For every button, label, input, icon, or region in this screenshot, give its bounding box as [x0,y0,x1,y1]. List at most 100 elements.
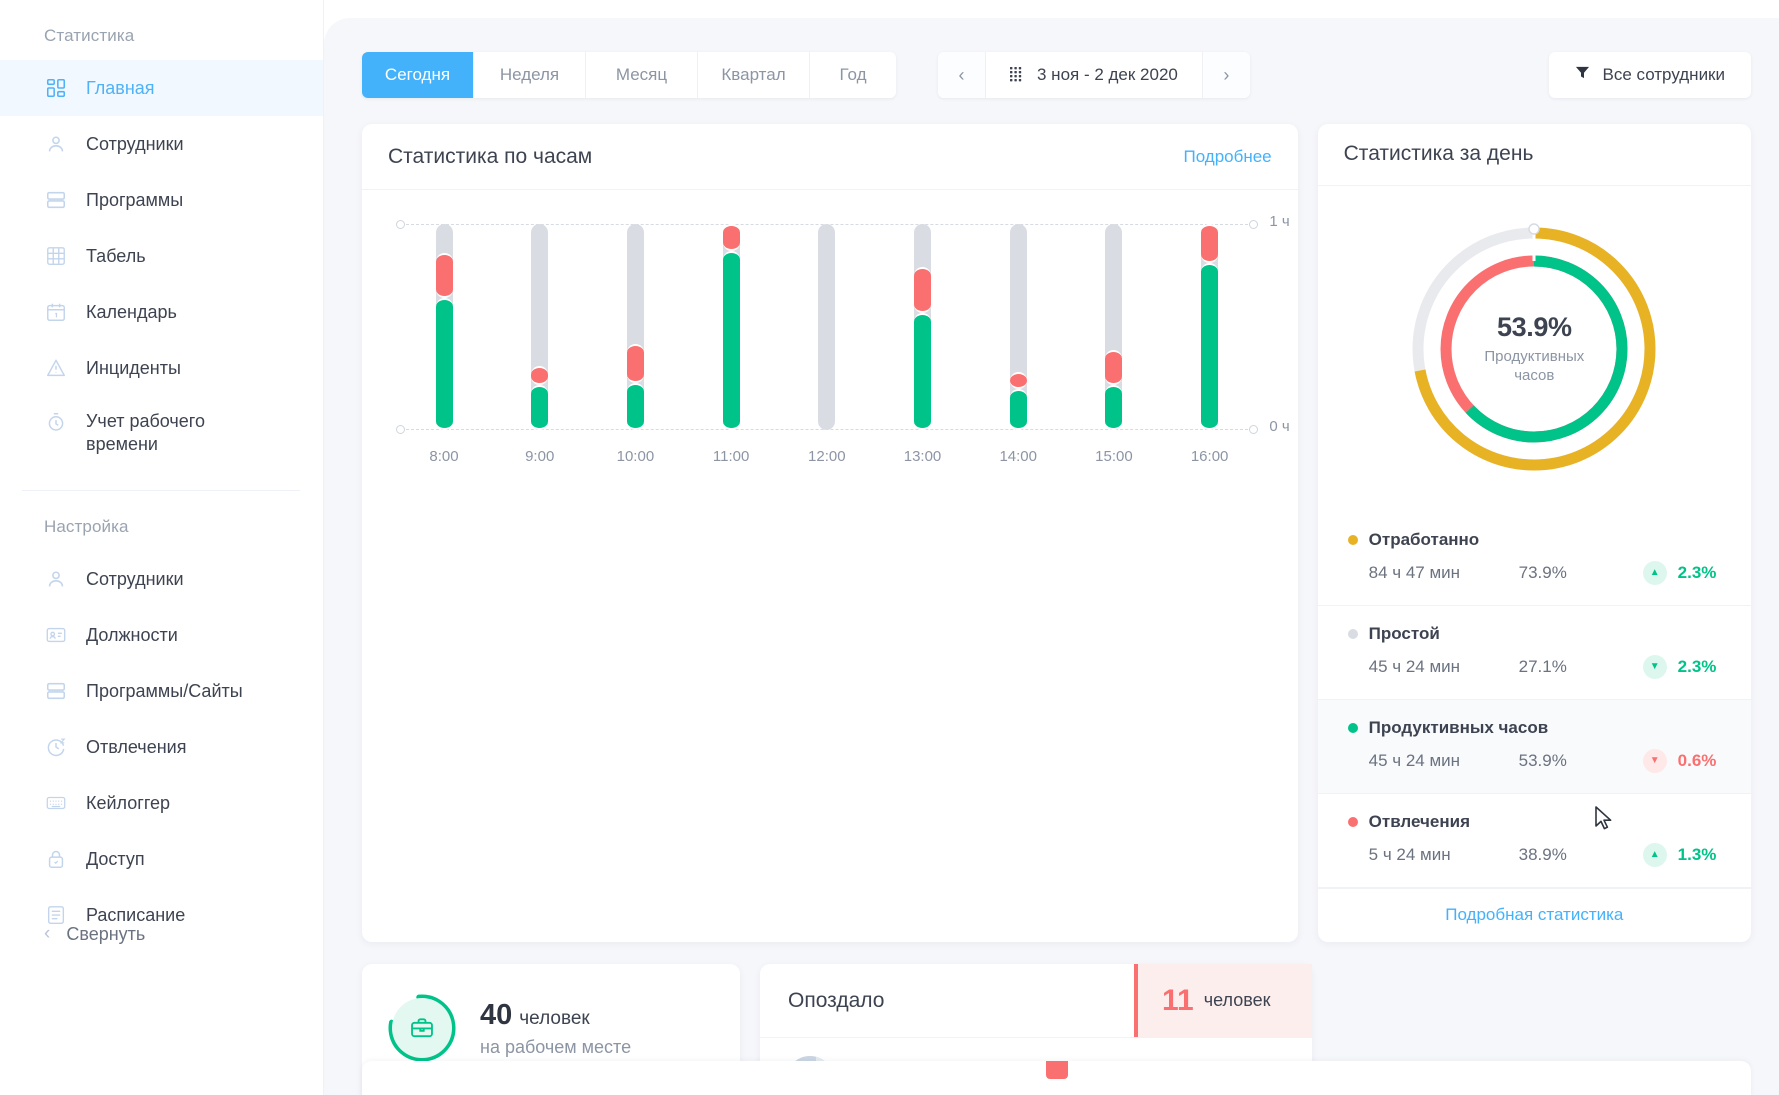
sidebar-item-tabel[interactable]: Табель [0,228,323,284]
gridline-dot [1249,425,1258,434]
sidebar-item-kalendar[interactable]: Календарь [0,284,323,340]
sidebar-item-glavnaya[interactable]: Главная [0,60,323,116]
bar-column[interactable] [693,224,769,430]
id-card-icon [44,623,68,647]
sidebar-section-statistics-caption: Статистика [0,26,323,60]
present-count-line: 40 человек [480,999,631,1032]
bar-segment-distraction [1201,224,1218,263]
bar-column[interactable] [1076,224,1152,430]
x-axis-tick-label: 13:00 [885,448,961,465]
period-selector: Сегодня Неделя Месяц Квартал Год [362,52,896,98]
sidebar-item-programmy[interactable]: Программы [0,172,323,228]
bar-column[interactable] [597,224,673,430]
gridline-dot [1249,220,1258,229]
bar-column[interactable] [789,224,865,430]
period-tab-quarter[interactable]: Квартал [698,52,810,98]
sidebar-item-sotrudniki[interactable]: Сотрудники [0,116,323,172]
sidebar-item-dolzhnosti[interactable]: Должности [0,607,323,663]
day-statistic-row[interactable]: Отработанно84 ч 47 мин73.9%▲2.3% [1318,512,1751,606]
bar-segment-productive [1201,263,1218,430]
hours-statistics-details-link[interactable]: Подробнее [1183,147,1271,167]
x-axis-tick-label: 16:00 [1172,448,1248,465]
day-statistic-delta-value: 2.3% [1678,563,1717,583]
x-axis-tick-label: 9:00 [502,448,578,465]
day-statistic-title: Продуктивных часов [1348,718,1721,738]
programs-icon [44,188,68,212]
bar-column[interactable] [885,224,961,430]
day-statistic-time: 45 ч 24 мин [1369,751,1519,771]
hours-statistics-card: Статистика по часам Подробнее 1 ч [362,124,1298,942]
day-statistic-title: Отработанно [1348,530,1721,550]
bar-idle-track [1010,224,1027,430]
present-employees-text: 40 человек на рабочем месте [480,999,631,1058]
sidebar-item-kejlogger[interactable]: Кейлоггер [0,775,323,831]
employee-filter-button[interactable]: Все сотрудники [1549,52,1751,98]
employee-filter-label: Все сотрудники [1602,65,1725,85]
date-range-button[interactable]: 3 ноя - 2 дек 2020 [986,52,1202,98]
period-tab-week[interactable]: Неделя [474,52,586,98]
x-axis-tick-label: 11:00 [693,448,769,465]
table-icon [44,244,68,268]
triangle-up-icon: ▲ [1643,561,1667,585]
sidebar-section-settings-caption: Настройка [0,517,323,551]
day-statistic-title: Отвлечения [1348,812,1721,832]
donut-percent: 53.9% [1454,312,1614,343]
bar-segment-distraction [914,267,931,312]
sidebar-item-label: Инциденты [86,357,181,380]
period-tab-today[interactable]: Сегодня [362,52,474,98]
sidebar-collapse-button[interactable]: ‹ Свернуть [44,923,145,945]
sidebar-item-otvlecheniya[interactable]: Отвлечения [0,719,323,775]
sidebar-collapse-label: Свернуть [66,924,145,945]
date-next-button[interactable]: › [1202,52,1250,98]
status-dot-icon [1348,535,1358,545]
date-range-value: 3 ноя - 2 дек 2020 [1037,65,1178,85]
bar-column[interactable] [502,224,578,430]
period-tab-month[interactable]: Месяц [586,52,698,98]
day-statistic-values: 45 ч 24 мин27.1%▼2.3% [1348,655,1721,679]
sidebar-item-label: Должности [86,624,178,647]
day-statistic-row[interactable]: Простой 45 ч 24 мин27.1%▼2.3% [1318,606,1751,700]
day-statistic-delta: ▼2.3% [1643,655,1717,679]
day-statistics-list: Отработанно84 ч 47 мин73.9%▲2.3%Простой4… [1318,512,1751,888]
sidebar-item-label: Сотрудники [86,568,184,591]
sidebar-item-label: Кейлоггер [86,792,170,815]
sidebar-item-label: Программы [86,189,183,212]
day-statistic-title: Простой [1348,624,1721,644]
bar-column[interactable] [1172,224,1248,430]
day-statistics-details-link[interactable]: Подробная статистика [1445,905,1623,925]
sidebar-item-incidenty[interactable]: Инциденты [0,340,323,396]
sidebar-item-label: Сотрудники [86,133,184,156]
sidebar-item-programmy-sajty[interactable]: Программы/Сайты [0,663,323,719]
bar-segment-distraction [627,344,644,383]
period-tab-year[interactable]: Год [810,52,896,98]
day-statistic-percent: 27.1% [1519,657,1643,677]
timer-icon [44,410,68,434]
day-statistics-card: Статистика за день 53.9% Продук [1318,124,1751,942]
user-icon [44,567,68,591]
triangle-down-icon: ▼ [1643,749,1667,773]
date-prev-button[interactable]: ‹ [938,52,986,98]
day-statistic-row[interactable]: Отвлечения5 ч 24 мин38.9%▲1.3% [1318,794,1751,888]
status-dot-icon [1348,817,1358,827]
bar-segment-productive [627,383,644,430]
bar-column[interactable] [980,224,1056,430]
late-card-header: Опоздало 11 человек [760,964,1312,1038]
bar-idle-track [1201,224,1218,430]
x-axis-tick-label: 15:00 [1076,448,1152,465]
sidebar-item-uchet-rabochego-vremeni[interactable]: Учет рабочего времени [0,396,323,468]
bar-idle-track [436,224,453,430]
sidebar-item-dostup[interactable]: Доступ [0,831,323,887]
present-count: 40 [480,999,512,1031]
day-statistic-delta: ▲1.3% [1643,843,1717,867]
sidebar-item-settings-sotrudniki[interactable]: Сотрудники [0,551,323,607]
bar-segment-productive [531,385,548,430]
bar-column[interactable] [406,224,482,430]
day-statistic-row[interactable]: Продуктивных часов45 ч 24 мин53.9%▼0.6% [1318,700,1751,794]
day-statistic-percent: 73.9% [1519,563,1643,583]
present-subtitle: на рабочем месте [480,1037,631,1058]
bar-segment-distraction [436,253,453,298]
hours-chart: 1 ч 0 ч 8:009:0010:0011:0012:0013:0014:0… [362,190,1298,508]
bar-segment-productive [1010,389,1027,430]
bar-segment-productive [914,313,931,430]
present-unit: человек [519,1008,589,1029]
